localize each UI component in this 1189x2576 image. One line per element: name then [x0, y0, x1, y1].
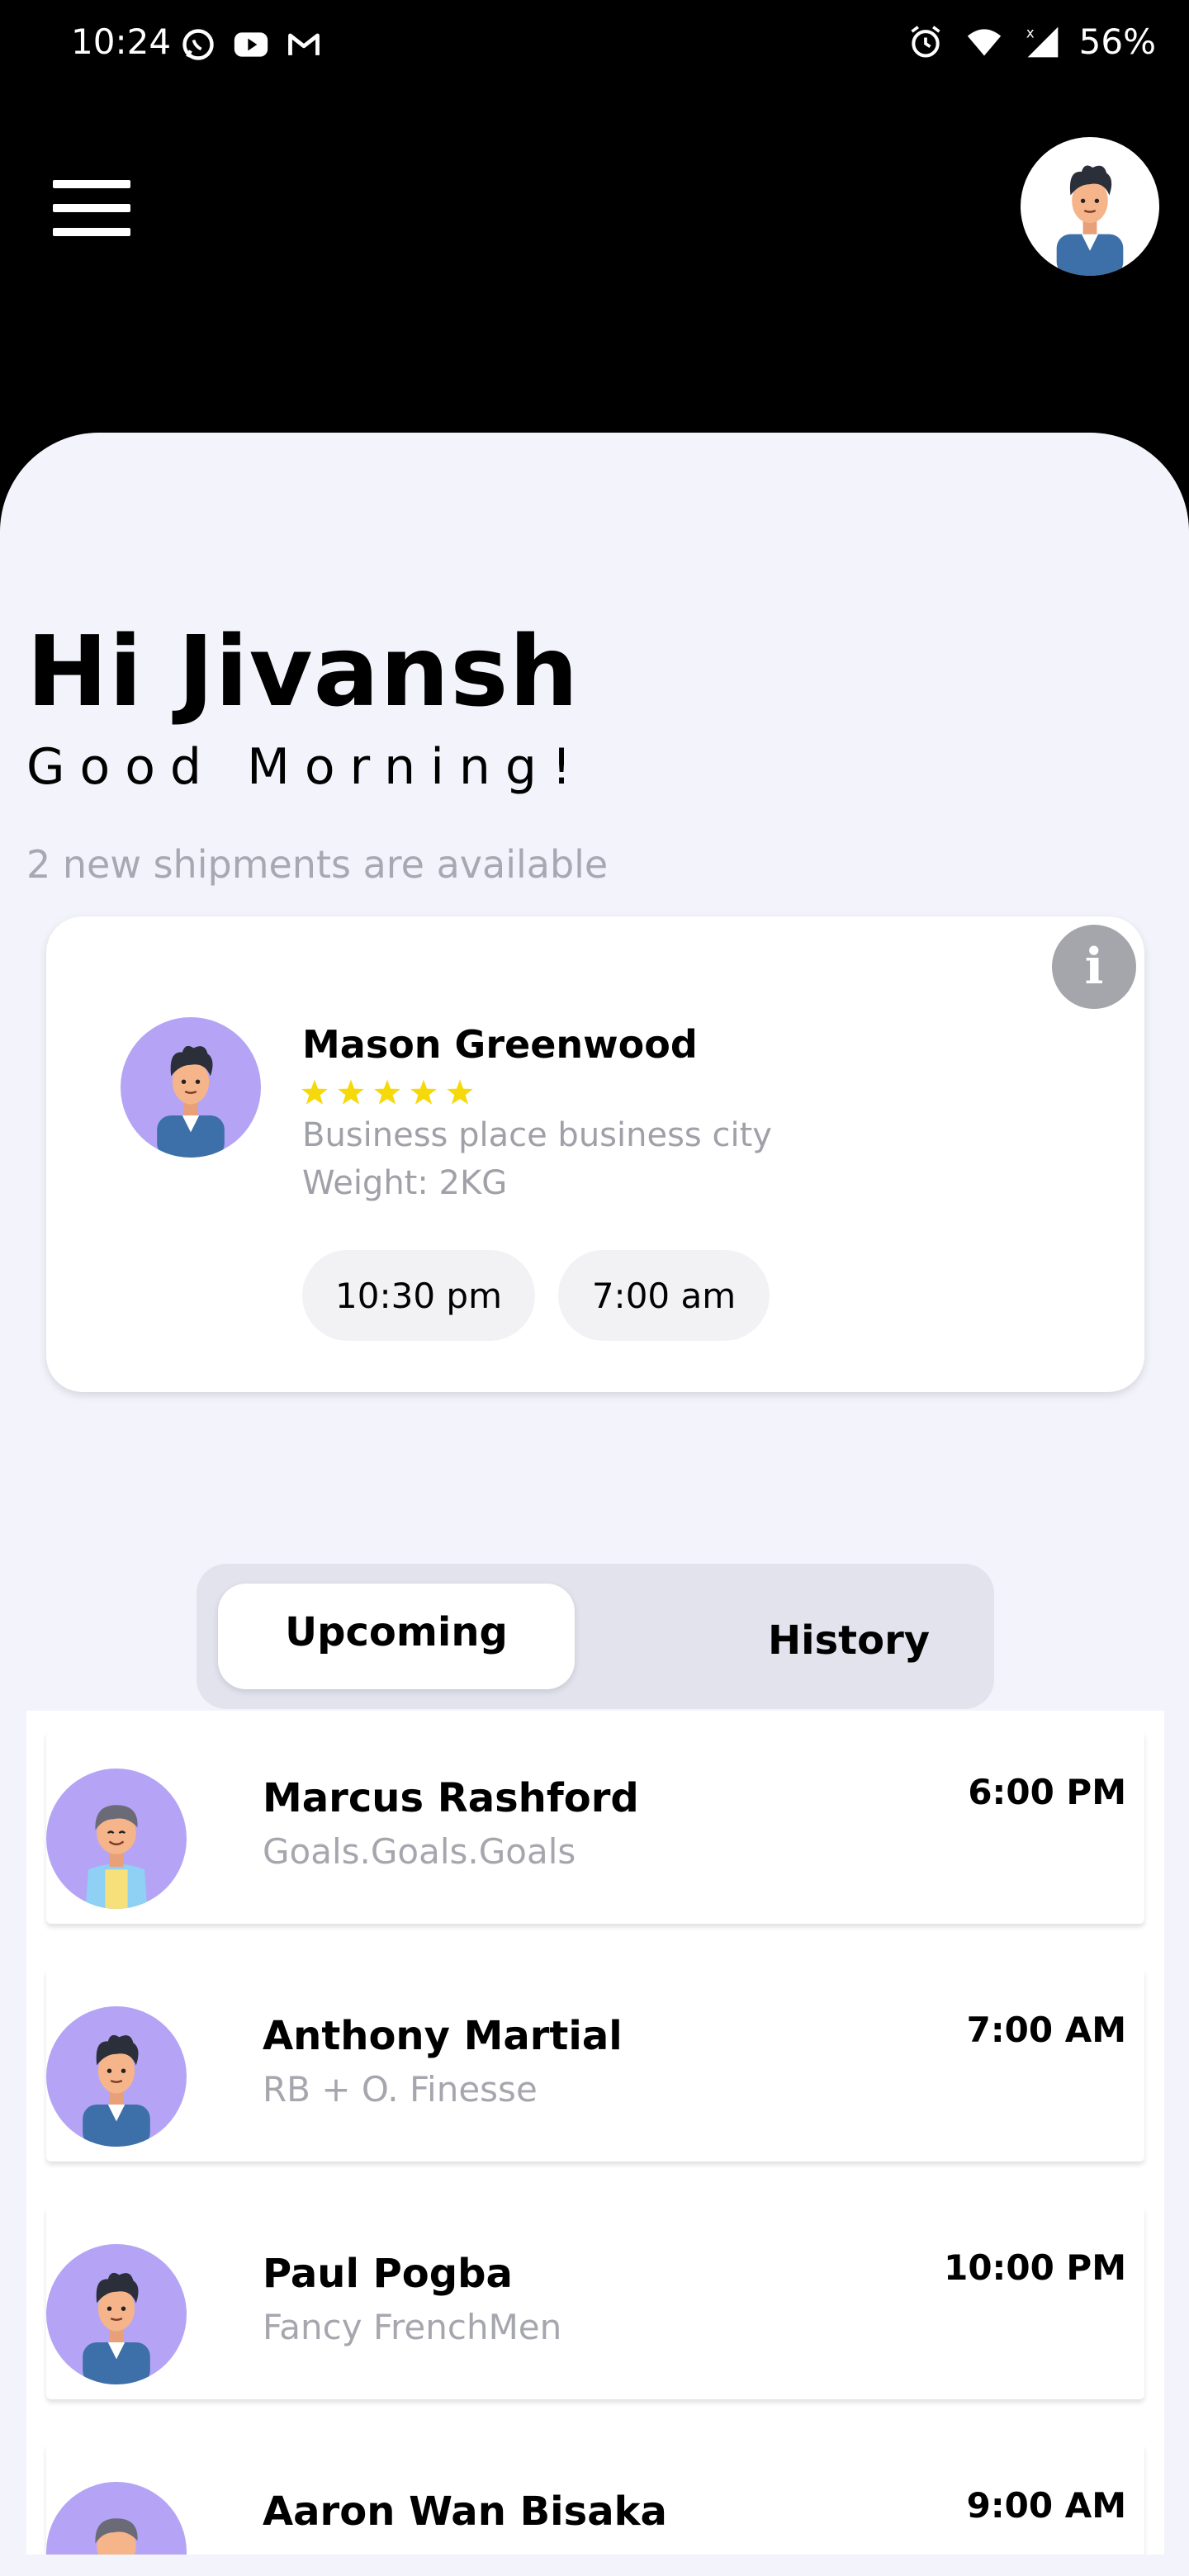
item-subtitle: Goals.Goals.Goals: [263, 1831, 576, 1872]
shipment-list: Marcus Rashford Goals.Goals.Goals 6:00 P…: [26, 1711, 1164, 2555]
item-subtitle: Fancy FrenchMen: [263, 2307, 562, 2347]
item-time: 7:00 AM: [966, 2010, 1126, 2050]
man-avatar-icon: [46, 2244, 187, 2384]
svg-text:x: x: [1026, 25, 1034, 40]
hamburger-menu-icon[interactable]: [53, 180, 130, 241]
featured-weight: Weight: 2KG: [302, 1164, 508, 1202]
gmail-icon: [288, 33, 320, 55]
alarm-icon: [911, 25, 940, 58]
notification-icons: [180, 26, 322, 63]
status-bar: 10:24 x 56%: [0, 0, 1189, 92]
featured-shipment-card[interactable]: i Mason Greenwood Business place busines…: [46, 916, 1144, 1392]
featured-address: Business place business city: [302, 1116, 772, 1154]
main-content: Hi Jivansh Good Morning! 2 new shipments…: [0, 433, 1189, 2576]
info-icon[interactable]: i: [1052, 925, 1136, 1009]
list-item[interactable]: Anthony Martial RB + O. Finesse 7:00 AM: [46, 1968, 1144, 2162]
shipments-available-note: 2 new shipments are available: [26, 842, 609, 887]
star-icon: [338, 1079, 364, 1105]
tab-upcoming[interactable]: Upcoming: [218, 1584, 575, 1689]
man-avatar-icon: [1056, 165, 1124, 276]
featured-name: Mason Greenwood: [302, 1022, 698, 1067]
item-name: Paul Pogba: [263, 2251, 513, 2297]
wifi-icon: [967, 28, 1001, 55]
boy-avatar-icon: [46, 2482, 187, 2555]
signal-icon: x: [1026, 25, 1058, 57]
man-avatar-icon: [157, 1045, 225, 1158]
item-subtitle: RB + O. Finesse: [263, 2069, 538, 2110]
drop-time-pill[interactable]: 7:00 am: [558, 1250, 770, 1341]
greeting-subtitle: Good Morning!: [26, 738, 587, 796]
list-item[interactable]: Aaron Wan Bisaka 9:00 AM: [46, 2444, 1144, 2555]
item-name: Marcus Rashford: [263, 1775, 639, 1821]
item-time: 6:00 PM: [968, 1772, 1126, 1812]
battery-percent: 56%: [1078, 21, 1156, 62]
star-icon: [410, 1079, 437, 1105]
rating-stars: [299, 1078, 476, 1110]
status-time: 10:24: [71, 21, 172, 62]
system-status: x 56%: [907, 21, 1156, 62]
item-name: Aaron Wan Bisaka: [263, 2488, 667, 2535]
list-item[interactable]: Paul Pogba Fancy FrenchMen 10:00 PM: [46, 2206, 1144, 2399]
boy-avatar-icon: [46, 1769, 187, 1909]
shipment-tabs: Upcoming History: [197, 1564, 994, 1709]
item-time: 9:00 AM: [966, 2485, 1126, 2526]
item-name: Anthony Martial: [263, 2013, 623, 2059]
pickup-time-pill[interactable]: 10:30 pm: [302, 1250, 535, 1341]
star-icon: [374, 1079, 400, 1105]
user-avatar[interactable]: [1021, 137, 1159, 276]
star-icon: [301, 1079, 328, 1105]
list-item[interactable]: Marcus Rashford Goals.Goals.Goals 6:00 P…: [46, 1731, 1144, 1924]
featured-avatar: [121, 1017, 261, 1158]
greeting-title: Hi Jivansh: [26, 614, 580, 728]
youtube-icon: [234, 32, 268, 57]
star-icon: [447, 1079, 473, 1105]
app-header: [0, 92, 1189, 439]
man-avatar-icon: [46, 2006, 187, 2147]
whatsapp-icon: [182, 29, 214, 60]
item-time: 10:00 PM: [944, 2247, 1126, 2288]
tab-history[interactable]: History: [725, 1584, 973, 1689]
